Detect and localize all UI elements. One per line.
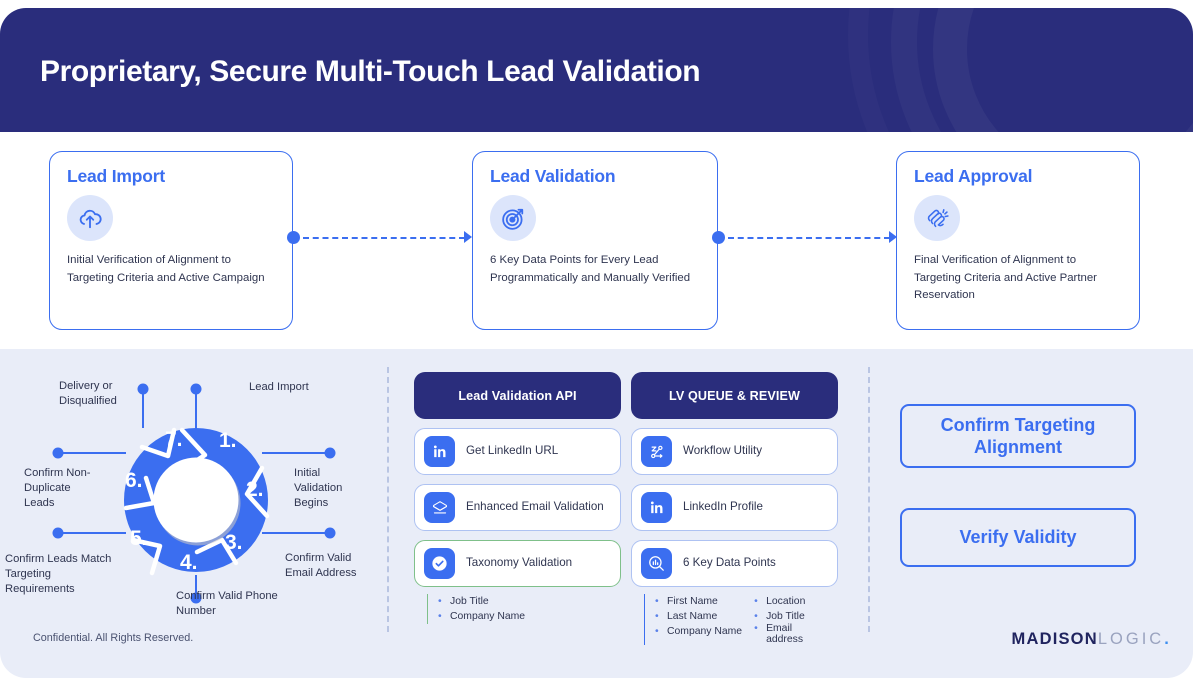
- connector-dot-2: [712, 231, 725, 244]
- step-card-title: Lead Approval: [914, 166, 1033, 186]
- wheel-label-2: Initial Validation Begins: [294, 467, 343, 510]
- confidential-notice: Confidential. All Rights Reserved.: [33, 632, 194, 644]
- divider-left: [387, 367, 389, 632]
- api-row-label: Enhanced Email Validation: [466, 500, 604, 514]
- step-card-lead-approval[interactable]: Lead Approval Final Verification of Alig…: [896, 151, 1140, 330]
- wheel-label-7: Delivery or Disqualified: [59, 380, 117, 408]
- divider-right: [868, 367, 870, 632]
- api-row-get-linkedin-url[interactable]: Get LinkedIn URL: [414, 428, 621, 475]
- api-row-label: LinkedIn Profile: [683, 500, 763, 514]
- column-lv-queue-review: LV QUEUE & REVIEW Workflow Utility Linke…: [631, 372, 838, 645]
- column-heading: LV QUEUE & REVIEW: [631, 372, 838, 419]
- target-arrow-icon: [490, 195, 536, 241]
- wheel-label-4: Confirm Valid Phone Number: [176, 590, 278, 618]
- api-row-enhanced-email-validation[interactable]: Enhanced Email Validation: [414, 484, 621, 531]
- api-row-taxonomy-validation[interactable]: Taxonomy Validation: [414, 540, 621, 587]
- linkedin-icon: [424, 436, 455, 467]
- svg-text:1.: 1.: [219, 429, 237, 452]
- bullet-list-data-points: First Name Last Name Company Name Locati…: [644, 594, 838, 645]
- svg-text:5.: 5.: [130, 527, 148, 550]
- step-card-description: 6 Key Data Points for Every Lead Program…: [490, 254, 691, 284]
- api-row-label: 6 Key Data Points: [683, 556, 776, 570]
- wheel-label-1: Lead Import: [249, 381, 309, 393]
- data-search-icon: [641, 548, 672, 579]
- wheel-label-5: Confirm Leads Match Targeting Requiremen…: [5, 553, 112, 596]
- check-circle-icon: [424, 548, 455, 579]
- list-item: Job Title: [438, 594, 525, 609]
- wheel-label-3: Confirm Valid Email Address: [285, 552, 357, 580]
- api-row-label: Workflow Utility: [683, 444, 763, 458]
- api-row-workflow-utility[interactable]: Workflow Utility: [631, 428, 838, 475]
- linkedin-icon: [641, 492, 672, 523]
- step-card-description: Final Verification of Alignment to Targe…: [914, 254, 1097, 302]
- svg-text:7.: 7.: [165, 428, 183, 451]
- bullet-list-taxonomy: Job Title Company Name: [427, 594, 621, 624]
- decorative-ring-inner: [933, 8, 1193, 132]
- clapping-hands-icon: [914, 195, 960, 241]
- madison-logic-logo: MADISON LOGIC .: [1012, 630, 1170, 649]
- connector-line-2: [728, 237, 890, 239]
- connector-arrow-1: [464, 231, 472, 243]
- svg-text:6.: 6.: [125, 469, 143, 492]
- api-row-label: Taxonomy Validation: [466, 556, 573, 570]
- workflow-icon: [641, 436, 672, 467]
- api-row-6-key-data-points[interactable]: 6 Key Data Points: [631, 540, 838, 587]
- list-item: Email address: [754, 624, 818, 645]
- logo-dot: .: [1164, 630, 1170, 648]
- column-heading: Lead Validation API: [414, 372, 621, 419]
- list-item: Location: [754, 594, 818, 609]
- slide-root: Proprietary, Secure Multi-Touch Lead Val…: [0, 0, 1193, 678]
- step-card-title: Lead Validation: [490, 166, 616, 186]
- list-item: Company Name: [655, 624, 742, 639]
- list-item: Last Name: [655, 609, 742, 624]
- connector-arrow-2: [889, 231, 897, 243]
- svg-text:3.: 3.: [225, 531, 243, 554]
- email-validation-icon: [424, 492, 455, 523]
- list-item: Job Title: [754, 609, 818, 624]
- svg-text:2.: 2.: [246, 478, 264, 501]
- step-card-lead-validation[interactable]: Lead Validation 6 Key Data Points for Ev…: [472, 151, 718, 330]
- verify-validity-button[interactable]: Verify Validity: [900, 508, 1136, 567]
- list-item: First Name: [655, 594, 742, 609]
- logo-light-text: LOGIC: [1097, 630, 1165, 648]
- api-row-linkedin-profile[interactable]: LinkedIn Profile: [631, 484, 838, 531]
- api-row-label: Get LinkedIn URL: [466, 444, 559, 458]
- svg-text:4.: 4.: [180, 551, 198, 574]
- logo-bold-text: MADISON: [1011, 630, 1098, 648]
- confirm-targeting-alignment-button[interactable]: Confirm Targeting Alignment: [900, 404, 1136, 468]
- column-lead-validation-api: Lead Validation API Get LinkedIn URL Enh…: [414, 372, 621, 624]
- wheel-label-6: Confirm Non-Duplicate Leads: [24, 467, 91, 510]
- list-item: Company Name: [438, 609, 525, 624]
